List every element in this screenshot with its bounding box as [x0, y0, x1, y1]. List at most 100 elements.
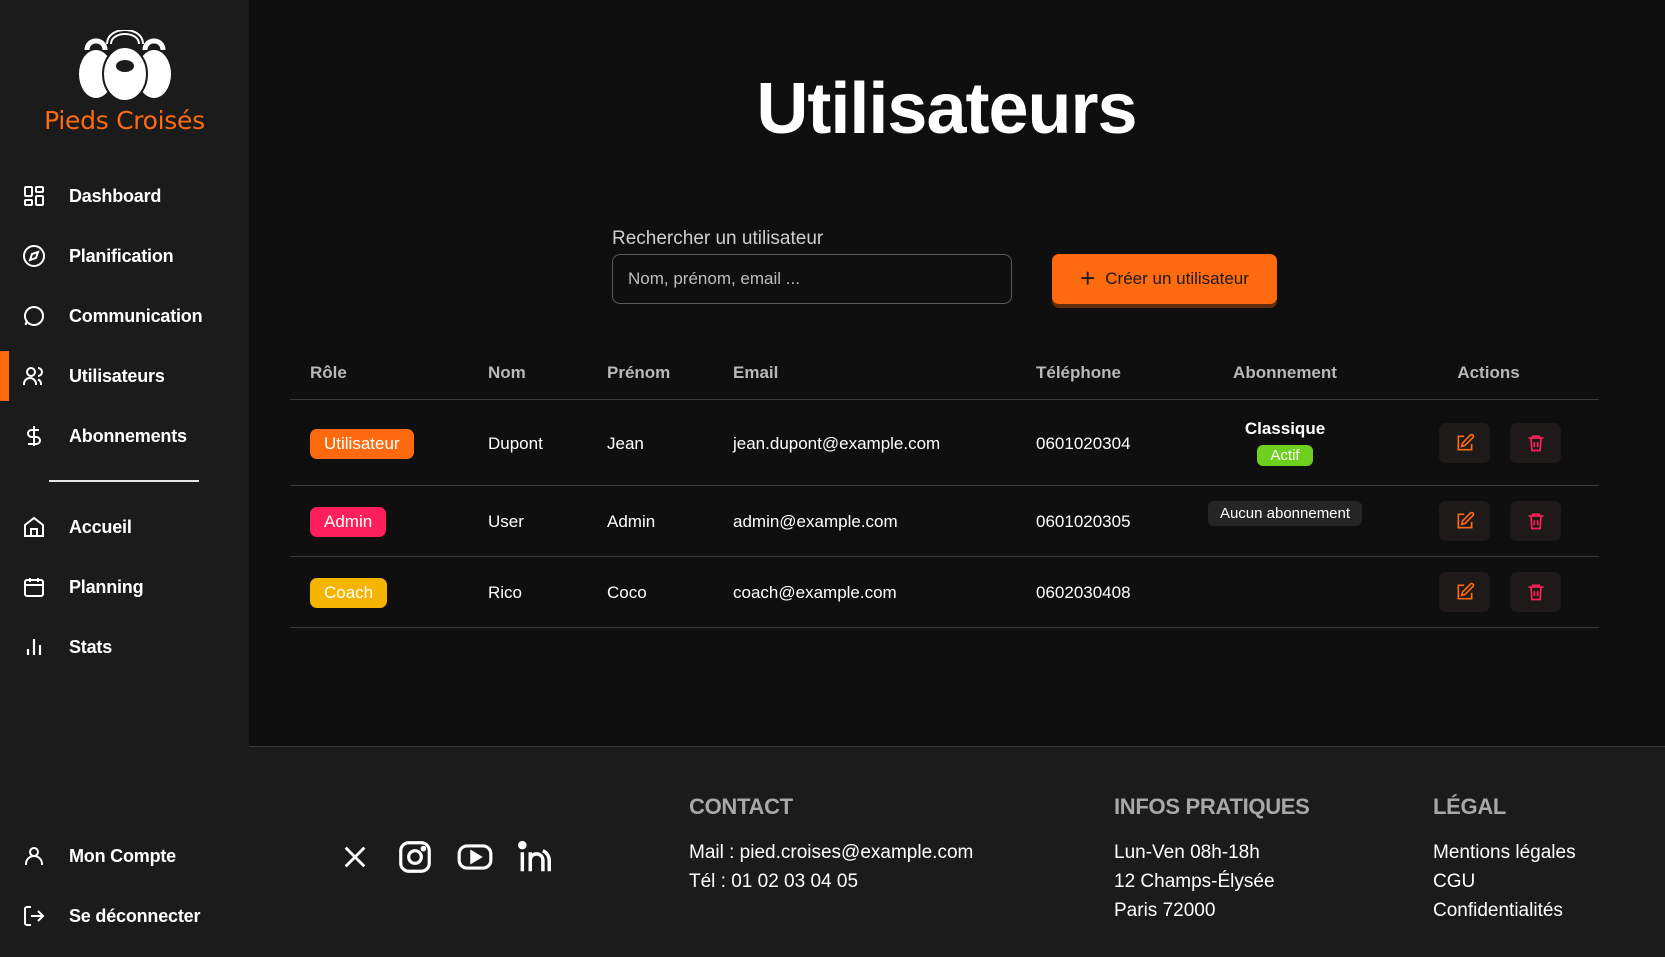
header-role: Rôle	[310, 363, 347, 382]
sidebar-item-label: Dashboard	[69, 185, 162, 206]
edit-icon	[1457, 511, 1474, 529]
logout-icon	[21, 903, 47, 929]
footer-infos-heading: INFOS PRATIQUES	[1114, 794, 1310, 819]
plus-icon: +	[1080, 263, 1096, 293]
no-subscription-badge: Aucun abonnement	[1207, 501, 1363, 526]
footer: CONTACT Mail : pied.croises@example.com …	[249, 746, 1665, 957]
cell-telephone: 0602030408	[1036, 583, 1131, 602]
dollar-icon	[21, 423, 47, 449]
search-input[interactable]	[612, 254, 1012, 304]
sidebar-item-dashboard[interactable]: Dashboard	[0, 171, 249, 221]
trash-icon	[1528, 435, 1543, 452]
page-title: Utilisateurs	[756, 69, 1137, 149]
footer-infos-address: 12 Champs-Élysée	[1114, 871, 1275, 892]
cell-nom: User	[488, 512, 524, 531]
delete-button[interactable]	[1510, 423, 1561, 463]
search-label: Rechercher un utilisateur	[612, 228, 824, 249]
edit-button[interactable]	[1439, 501, 1490, 541]
brand-logo[interactable]: Pieds Croisés	[0, 30, 249, 135]
role-badge: Coach	[310, 578, 388, 608]
sidebar-divider	[49, 480, 199, 482]
header-actions: Actions	[1457, 363, 1520, 382]
cell-prenom: Admin	[607, 512, 656, 531]
role-badge: Utilisateur	[310, 429, 414, 459]
sidebar-item-mon-compte[interactable]: Mon Compte	[0, 831, 249, 881]
abonnement-name: Classique	[1244, 419, 1326, 438]
role-badge: Admin	[310, 507, 387, 537]
chat-icon	[21, 303, 47, 329]
linkedin-icon	[518, 840, 551, 872]
cell-prenom: Coco	[607, 583, 647, 602]
edit-button[interactable]	[1439, 423, 1490, 463]
compass-icon	[21, 243, 47, 269]
instagram-icon	[399, 841, 431, 873]
sidebar-item-abonnements[interactable]: Abonnements	[0, 411, 249, 461]
sidebar-item-planification[interactable]: Planification	[0, 231, 249, 281]
brand-name: Pieds Croisés	[44, 106, 205, 135]
cell-email: coach@example.com	[733, 583, 897, 602]
table-row: Utilisateur Dupont Jean jean.dupont@exam…	[290, 400, 1599, 486]
status-badge: Actif	[1257, 445, 1313, 466]
header-prenom: Prénom	[607, 363, 671, 382]
cell-nom: Rico	[488, 583, 523, 602]
x-icon	[344, 846, 366, 868]
footer-contact-heading: CONTACT	[689, 794, 793, 819]
youtube-icon	[457, 844, 493, 870]
footer-legal-heading: LÉGAL	[1433, 794, 1507, 819]
footer-contact-tel[interactable]: Tél : 01 02 03 04 05	[689, 871, 858, 893]
table-header: Rôle Nom Prénom Email Téléphone Abonneme…	[290, 355, 1599, 400]
home-icon	[21, 514, 47, 540]
footer-link-cgu[interactable]: CGU	[1433, 871, 1475, 893]
header-email: Email	[733, 363, 779, 382]
sidebar-item-label: Utilisateurs	[69, 365, 165, 386]
cell-nom: Dupont	[488, 434, 543, 453]
sidebar-item-planning[interactable]: Planning	[0, 562, 249, 612]
delete-button[interactable]	[1510, 501, 1561, 541]
create-user-label: Créer un utilisateur	[1105, 269, 1249, 288]
edit-icon	[1457, 582, 1474, 600]
linkedin-link[interactable]	[515, 837, 555, 877]
instagram-link[interactable]	[395, 837, 435, 877]
footer-infos-city: Paris 72000	[1114, 900, 1216, 921]
sidebar-item-communication[interactable]: Communication	[0, 291, 249, 341]
footer-link-confidentialites[interactable]: Confidentialités	[1433, 900, 1563, 922]
sidebar-item-label: Planning	[69, 576, 144, 597]
cell-telephone: 0601020305	[1036, 512, 1131, 531]
footer-link-mentions[interactable]: Mentions légales	[1433, 842, 1576, 864]
calendar-icon	[21, 574, 47, 600]
dashboard-icon	[21, 183, 47, 209]
bar-chart-icon	[21, 634, 47, 660]
cell-telephone: 0601020304	[1036, 434, 1131, 453]
create-user-button[interactable]: + Créer un utilisateur	[1052, 254, 1277, 304]
sidebar-item-logout[interactable]: Se déconnecter	[0, 891, 249, 941]
cell-prenom: Jean	[607, 434, 644, 453]
trash-icon	[1528, 513, 1543, 530]
cell-email: jean.dupont@example.com	[733, 434, 941, 453]
sidebar-item-label: Planification	[69, 245, 174, 266]
table-row: Coach Rico Coco coach@example.com 060203…	[290, 557, 1599, 628]
sidebar: Pieds Croisés Dashboard Planification Co…	[0, 0, 249, 957]
footer-contact-mail[interactable]: Mail : pied.croises@example.com	[689, 842, 973, 864]
user-icon	[21, 843, 47, 869]
cell-email: admin@example.com	[733, 512, 898, 531]
trash-icon	[1528, 584, 1543, 601]
sidebar-item-label: Se déconnecter	[69, 905, 201, 926]
sidebar-item-stats[interactable]: Stats	[0, 622, 249, 672]
edit-button[interactable]	[1439, 572, 1490, 612]
kettlebell-icon	[78, 30, 171, 102]
main-content: Utilisateurs Rechercher un utilisateur +…	[249, 0, 1665, 746]
users-icon	[21, 363, 47, 389]
sidebar-item-label: Communication	[69, 305, 203, 326]
users-table: Rôle Nom Prénom Email Téléphone Abonneme…	[290, 355, 1599, 628]
delete-button[interactable]	[1510, 572, 1561, 612]
sidebar-item-accueil[interactable]: Accueil	[0, 502, 249, 552]
header-abonnement: Abonnement	[1233, 363, 1337, 382]
sidebar-item-label: Stats	[69, 636, 113, 657]
table-row: Admin User Admin admin@example.com 06010…	[290, 486, 1599, 557]
sidebar-item-label: Accueil	[69, 516, 132, 537]
x-link[interactable]	[335, 837, 375, 877]
cell-abonnement: Classique Actif	[1180, 419, 1390, 466]
sidebar-item-utilisateurs[interactable]: Utilisateurs	[0, 351, 249, 401]
youtube-link[interactable]	[455, 837, 495, 877]
edit-icon	[1457, 433, 1474, 451]
